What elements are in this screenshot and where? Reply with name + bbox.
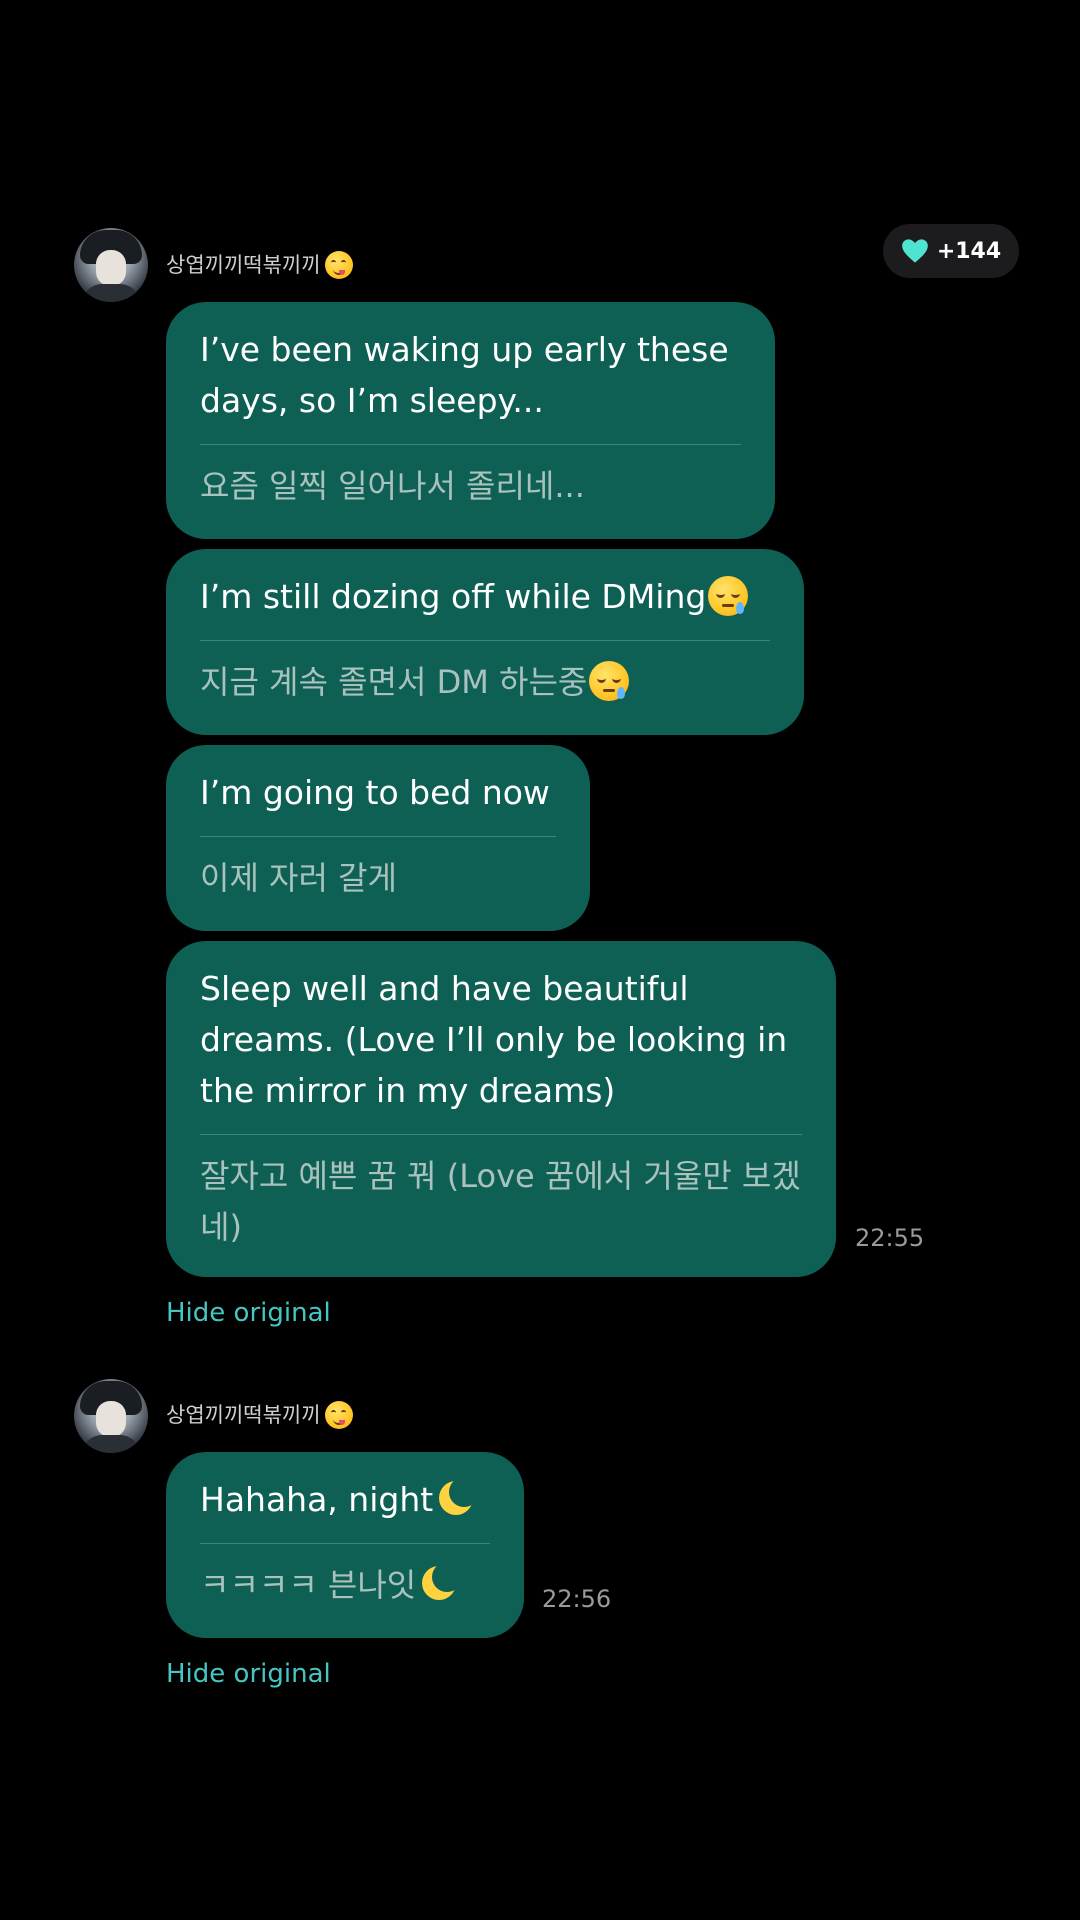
message-timestamp: 22:55 bbox=[855, 1224, 925, 1252]
crescent-moon-icon bbox=[418, 1562, 463, 1604]
avatar[interactable] bbox=[74, 228, 148, 302]
message-bubble[interactable]: I’ve been waking up early these days, so… bbox=[166, 302, 775, 539]
translation-divider bbox=[200, 836, 556, 837]
message-text: I’ve been waking up early these days, so… bbox=[200, 330, 729, 420]
sender-name-text: 상엽끼끼떡볶끼끼 bbox=[166, 1403, 321, 1427]
reaction-count-button[interactable]: +144 bbox=[883, 224, 1019, 278]
hide-original-link[interactable]: Hide original bbox=[166, 1659, 331, 1689]
message-text: I’m still dozing off while DMing bbox=[200, 571, 770, 622]
message-timestamp: 22:56 bbox=[542, 1585, 612, 1613]
reaction-count: +144 bbox=[936, 238, 1002, 264]
message-text: Sleep well and have beautiful dreams. (L… bbox=[200, 969, 788, 1110]
original-text: 잘자고 예쁜 꿈 꿔 (Love 꿈에서 거울만 보겠네) bbox=[200, 1157, 801, 1246]
original-text: 요즘 일찍 일어나서 졸리네... bbox=[200, 467, 585, 505]
message-bubble[interactable]: Hahaha, night ㅋㅋㅋㅋ 븐나잇 bbox=[166, 1452, 524, 1638]
yum-face-icon bbox=[324, 251, 353, 279]
sender-name: 상엽끼끼떡볶끼끼 bbox=[166, 1399, 353, 1431]
translation-divider bbox=[200, 1134, 802, 1135]
sleepy-face-icon bbox=[708, 576, 749, 616]
translation-divider bbox=[200, 640, 770, 641]
sender-name: 상엽끼끼떡볶끼끼 bbox=[166, 249, 353, 281]
original-text: ㅋㅋㅋㅋ 븐나잇 bbox=[200, 1560, 490, 1611]
heart-icon bbox=[901, 239, 928, 263]
original-text: 지금 계속 졸면서 DM 하는중 bbox=[200, 657, 770, 708]
hide-original-link[interactable]: Hide original bbox=[166, 1298, 331, 1328]
message-bubble[interactable]: Sleep well and have beautiful dreams. (L… bbox=[166, 941, 836, 1277]
avatar[interactable] bbox=[74, 1379, 148, 1453]
message-text: Hahaha, night bbox=[200, 1474, 490, 1525]
message-bubble[interactable]: I’m going to bed now 이제 자러 갈게 bbox=[166, 745, 590, 931]
message-bubble[interactable]: I’m still dozing off while DMing 지금 계속 졸… bbox=[166, 549, 804, 735]
original-text: 이제 자러 갈게 bbox=[200, 859, 397, 897]
sender-name-text: 상엽끼끼떡볶끼끼 bbox=[166, 253, 321, 277]
translation-divider bbox=[200, 444, 741, 445]
yum-face-icon bbox=[324, 1401, 353, 1429]
message-text: I’m going to bed now bbox=[200, 773, 550, 812]
sleepy-face-icon bbox=[589, 661, 630, 701]
crescent-moon-icon bbox=[435, 1477, 480, 1519]
translation-divider bbox=[200, 1543, 490, 1544]
